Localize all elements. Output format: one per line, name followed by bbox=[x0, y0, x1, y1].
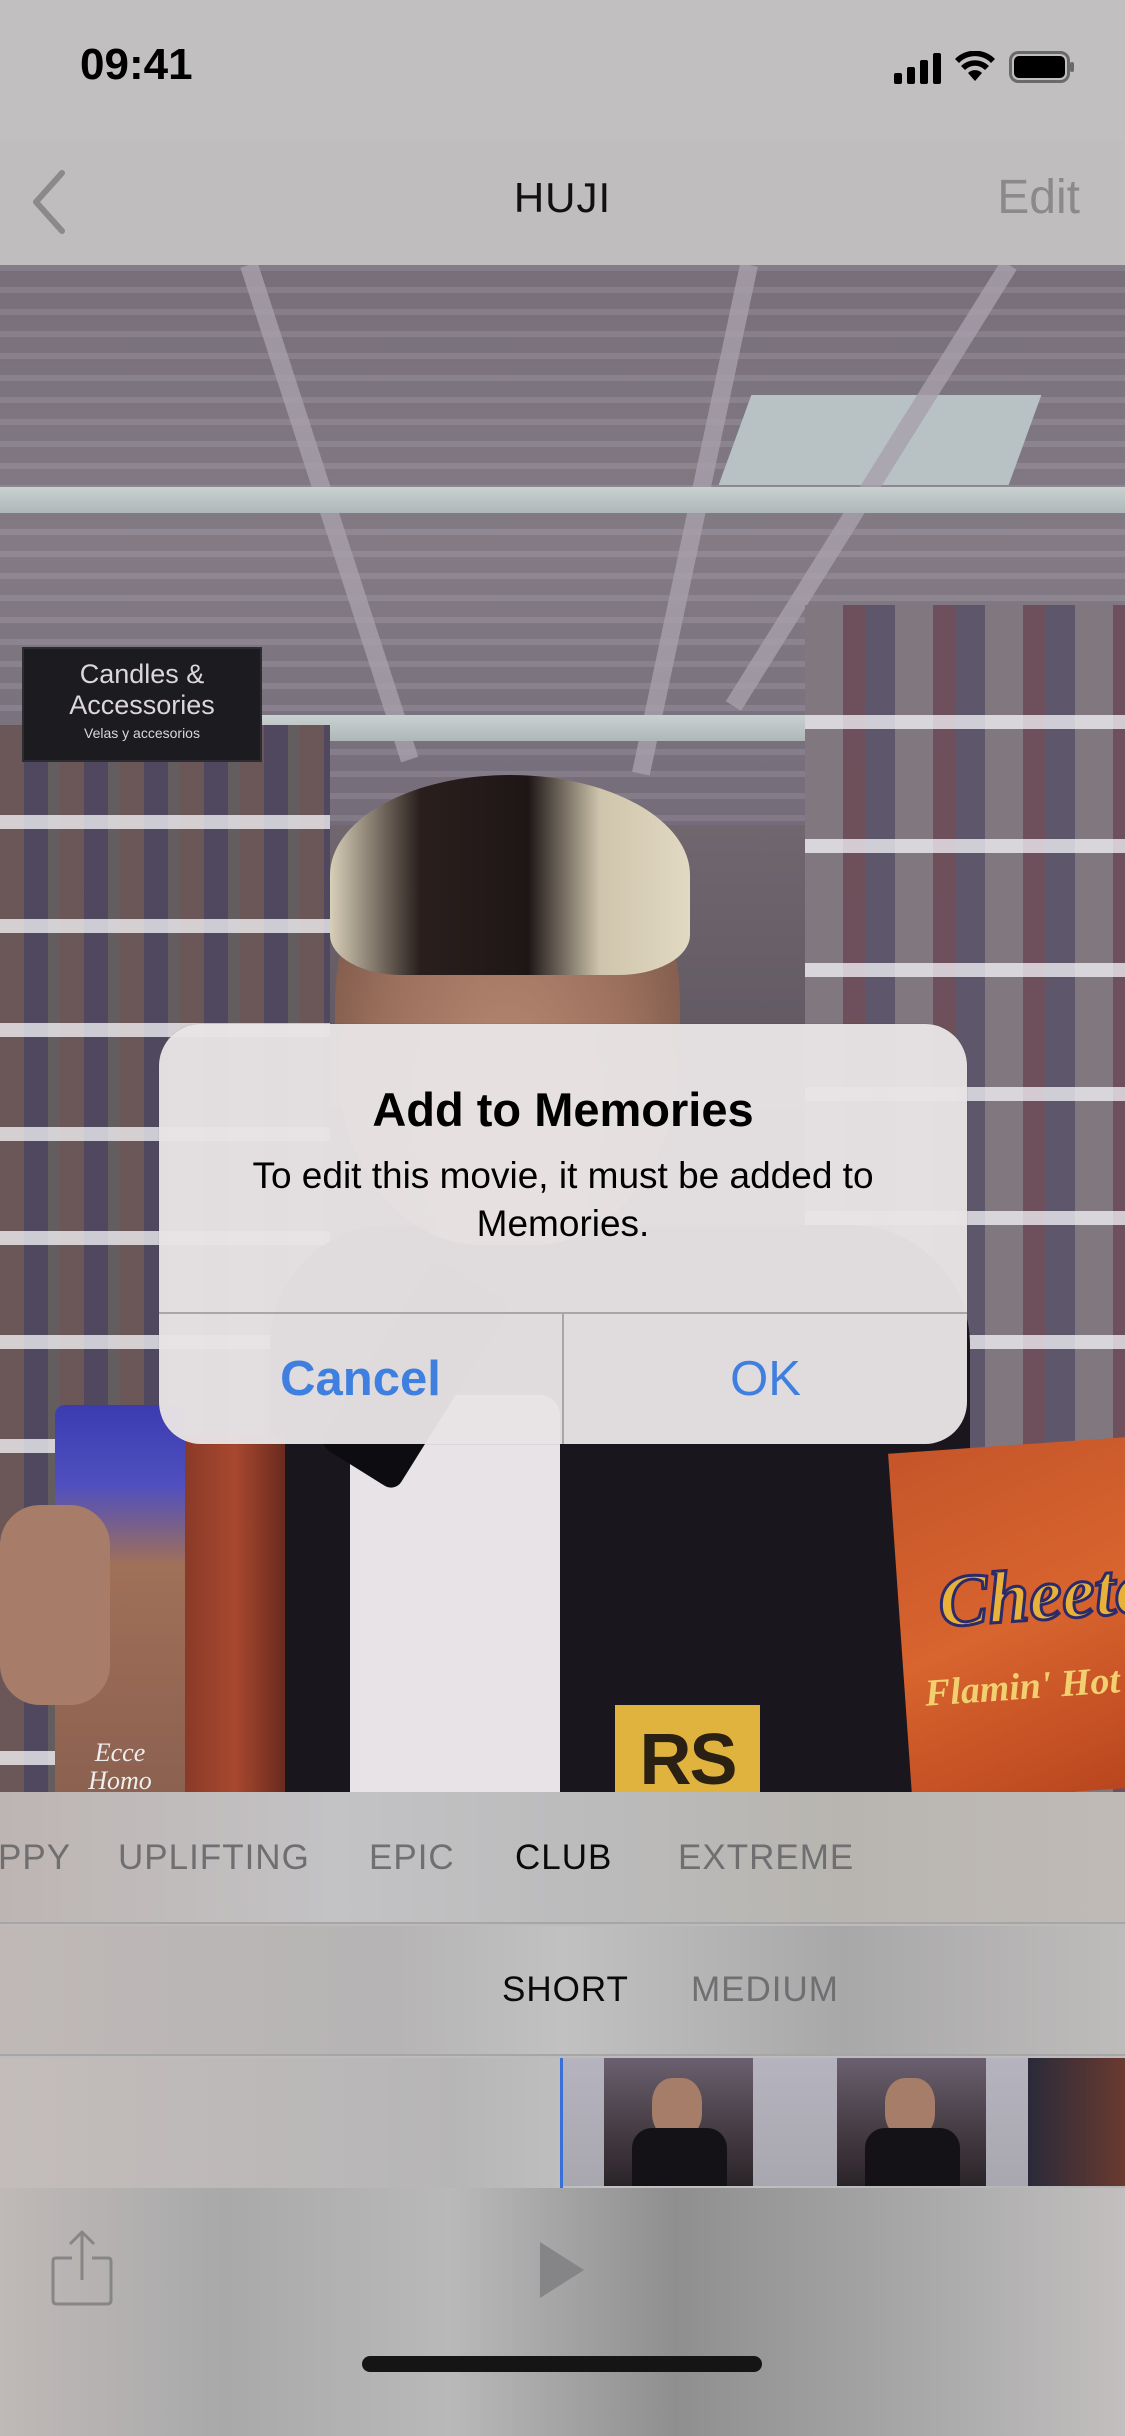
jacket-patch: RS bbox=[615, 1705, 760, 1792]
timeline-strip[interactable] bbox=[562, 2058, 1125, 2186]
theme-selector[interactable]: PPY UPLIFTING EPIC CLUB EXTREME bbox=[0, 1792, 1125, 1924]
ok-button[interactable]: OK bbox=[564, 1314, 967, 1444]
timeline-frame bbox=[1028, 2058, 1125, 2186]
timeline-frame bbox=[795, 2058, 1028, 2186]
battery-icon bbox=[1009, 51, 1075, 83]
timeline[interactable] bbox=[0, 2058, 1125, 2188]
chips-logo: Cheetos bbox=[934, 1543, 1125, 1645]
wifi-icon bbox=[955, 51, 995, 83]
cancel-button[interactable]: Cancel bbox=[159, 1314, 562, 1444]
red-candle bbox=[185, 1435, 285, 1792]
duration-selector[interactable]: SHORT MEDIUM bbox=[0, 1926, 1125, 2056]
add-to-memories-alert: Add to Memories To edit this movie, it m… bbox=[159, 1024, 967, 1444]
navigation-bar: HUJI Edit bbox=[0, 140, 1125, 265]
sign-line: Accessories bbox=[69, 690, 215, 720]
alert-title: Add to Memories bbox=[372, 1083, 754, 1136]
edit-button[interactable]: Edit bbox=[997, 170, 1080, 225]
theme-uplifting[interactable]: UPLIFTING bbox=[118, 1838, 310, 1878]
status-bar: 09:41 bbox=[0, 0, 1125, 140]
timeline-frame bbox=[562, 2058, 795, 2186]
ceiling-light bbox=[0, 487, 1125, 513]
bottom-toolbar bbox=[0, 2188, 1125, 2436]
person-hair bbox=[330, 775, 690, 975]
duration-short[interactable]: SHORT bbox=[502, 1970, 629, 2010]
theme-happy[interactable]: PPY bbox=[0, 1838, 71, 1878]
chips-bag: Cheetos Flamin' Hot bbox=[888, 1437, 1125, 1792]
candle-label: Ecce Homo bbox=[55, 1738, 185, 1793]
sign-line: Candles & bbox=[79, 659, 205, 689]
share-icon bbox=[51, 2230, 113, 2306]
nav-title: HUJI bbox=[513, 174, 612, 221]
candle-label-line: Ecce bbox=[94, 1738, 146, 1767]
store-sign: Candles & Accessories Velas y accesorios bbox=[22, 647, 262, 762]
home-indicator[interactable] bbox=[362, 2356, 762, 2372]
duration-medium[interactable]: MEDIUM bbox=[691, 1970, 839, 2010]
status-time: 09:41 bbox=[80, 40, 193, 89]
play-button[interactable] bbox=[538, 2240, 588, 2300]
chips-subtitle: Flamin' Hot bbox=[923, 1659, 1122, 1715]
status-icons bbox=[894, 50, 1075, 84]
theme-extreme[interactable]: EXTREME bbox=[678, 1838, 854, 1878]
share-button[interactable] bbox=[48, 2228, 118, 2308]
playhead[interactable] bbox=[560, 2058, 563, 2188]
theme-epic[interactable]: EPIC bbox=[369, 1838, 455, 1878]
sign-subtitle: Velas y accesorios bbox=[84, 725, 200, 741]
play-icon bbox=[540, 2242, 584, 2298]
cellular-signal-icon bbox=[894, 50, 941, 84]
candle-label-line: Homo bbox=[88, 1766, 152, 1793]
theme-club[interactable]: CLUB bbox=[515, 1838, 612, 1878]
hand bbox=[0, 1505, 110, 1705]
alert-message: To edit this movie, it must be added to … bbox=[252, 1155, 874, 1244]
